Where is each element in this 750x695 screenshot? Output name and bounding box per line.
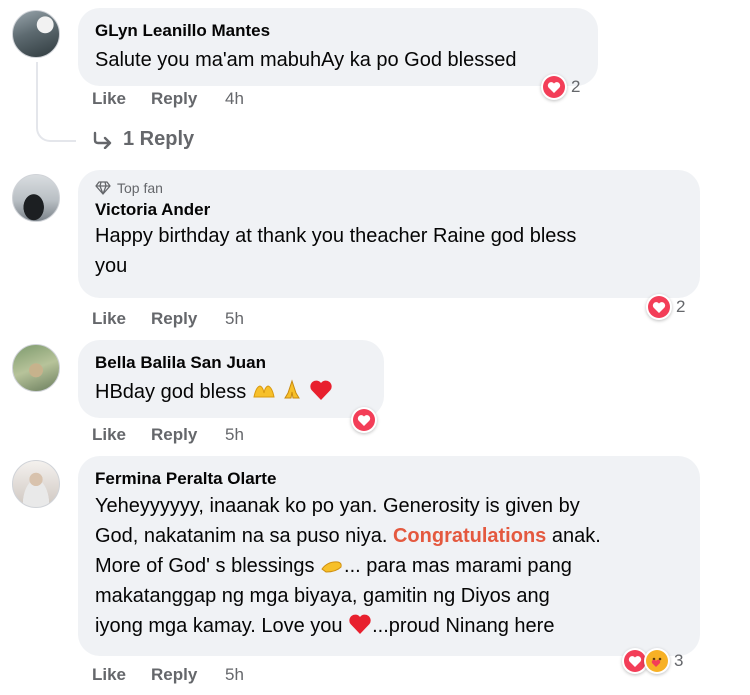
love-reaction-icon <box>351 407 377 433</box>
reaction-summary[interactable] <box>351 407 377 433</box>
comment-text-line: makatanggap ng mga biyaya, gamitin ng Di… <box>95 585 550 607</box>
reply-arrow-icon <box>93 131 112 149</box>
comment-text-segment: More of God' s blessings <box>95 555 315 577</box>
comment-text-segment: ... para mas marami pang <box>344 555 572 577</box>
heart-hands-emoji-icon <box>253 385 275 398</box>
like-button[interactable]: Like <box>92 425 151 445</box>
praying-hands-emoji-icon <box>284 379 301 399</box>
comment-author[interactable]: Fermina Peralta Olarte <box>95 468 682 490</box>
reaction-summary[interactable]: 3 <box>622 648 683 674</box>
like-button[interactable]: Like <box>92 309 151 329</box>
comment-actions: Like Reply 5h <box>92 309 244 329</box>
comment-text-segment: iyong mga kamay. Love you <box>95 615 343 637</box>
comment-text-line: Yeheyyyyyy, inaanak ko po yan. Generosit… <box>95 495 580 517</box>
timestamp[interactable]: 5h <box>225 665 244 685</box>
comment-text-line: God, nakatanim na sa puso niya. Congratu… <box>95 521 682 551</box>
reply-button[interactable]: Reply <box>151 309 225 329</box>
comment-text: Salute you ma'am mabuhAy ka po God bless… <box>95 49 517 71</box>
avatar[interactable] <box>12 174 60 222</box>
reaction-count: 2 <box>571 77 581 96</box>
avatar[interactable] <box>12 344 60 392</box>
comment-bubble: GLyn Leanillo Mantes Salute you ma'am ma… <box>78 8 598 86</box>
comment-bubble: Bella Balila San Juan HBday god bless <box>78 340 384 418</box>
comment-text-segment: anak. <box>551 525 601 547</box>
comment-text-content: HBday god bless <box>95 381 247 403</box>
replies-count-label: 1 Reply <box>123 128 195 150</box>
timestamp[interactable]: 4h <box>225 89 244 109</box>
comment-text: HBday god bless <box>95 377 366 407</box>
care-reaction-icon <box>644 648 670 674</box>
diamond-icon <box>95 181 111 195</box>
comment-actions: Like Reply 5h <box>92 665 244 685</box>
red-heart-emoji-icon <box>310 380 332 400</box>
like-button[interactable]: Like <box>92 665 151 685</box>
comment-text-line: More of God' s blessings ... para mas ma… <box>95 551 682 581</box>
reaction-count: 2 <box>676 297 686 316</box>
reply-button[interactable]: Reply <box>151 425 225 445</box>
comment-text-segment: ...proud Ninang here <box>372 615 555 637</box>
comment-author[interactable]: Bella Balila San Juan <box>95 352 366 374</box>
reply-button[interactable]: Reply <box>151 665 225 685</box>
comment-text-line: iyong mga kamay. Love you ...proud Ninan… <box>95 611 682 641</box>
comment-bubble: Top fan Victoria Ander Happy birthday at… <box>78 170 700 298</box>
highlighted-word: Congratulations <box>392 525 547 547</box>
comment-actions: Like Reply 4h <box>92 89 244 109</box>
comment-text-line: Happy birthday at thank you theacher Rai… <box>95 225 577 247</box>
love-reaction-icon <box>646 294 672 320</box>
reaction-summary[interactable]: 2 <box>541 74 580 100</box>
view-replies-link[interactable]: 1 Reply <box>93 128 194 151</box>
avatar[interactable] <box>12 460 60 508</box>
clapping-hands-emoji-icon <box>321 561 342 573</box>
thread-line <box>36 62 76 142</box>
comment-text-segment: God, nakatanim na sa puso niya. <box>95 525 388 547</box>
top-fan-label: Top fan <box>117 180 163 196</box>
like-button[interactable]: Like <box>92 89 151 109</box>
top-fan-badge: Top fan <box>95 179 682 197</box>
timestamp[interactable]: 5h <box>225 425 244 445</box>
comment-actions: Like Reply 5h <box>92 425 244 445</box>
comment-bubble: Fermina Peralta Olarte Yeheyyyyyy, inaan… <box>78 456 700 656</box>
red-heart-emoji-icon <box>349 614 371 634</box>
love-reaction-icon <box>541 74 567 100</box>
timestamp[interactable]: 5h <box>225 309 244 329</box>
comment-author[interactable]: GLyn Leanillo Mantes <box>95 20 580 42</box>
avatar[interactable] <box>12 10 60 58</box>
comment-author[interactable]: Victoria Ander <box>95 199 682 221</box>
reaction-summary[interactable]: 2 <box>646 294 685 320</box>
comment-text-line: you <box>95 255 128 277</box>
reply-button[interactable]: Reply <box>151 89 225 109</box>
reaction-count: 3 <box>674 651 684 670</box>
